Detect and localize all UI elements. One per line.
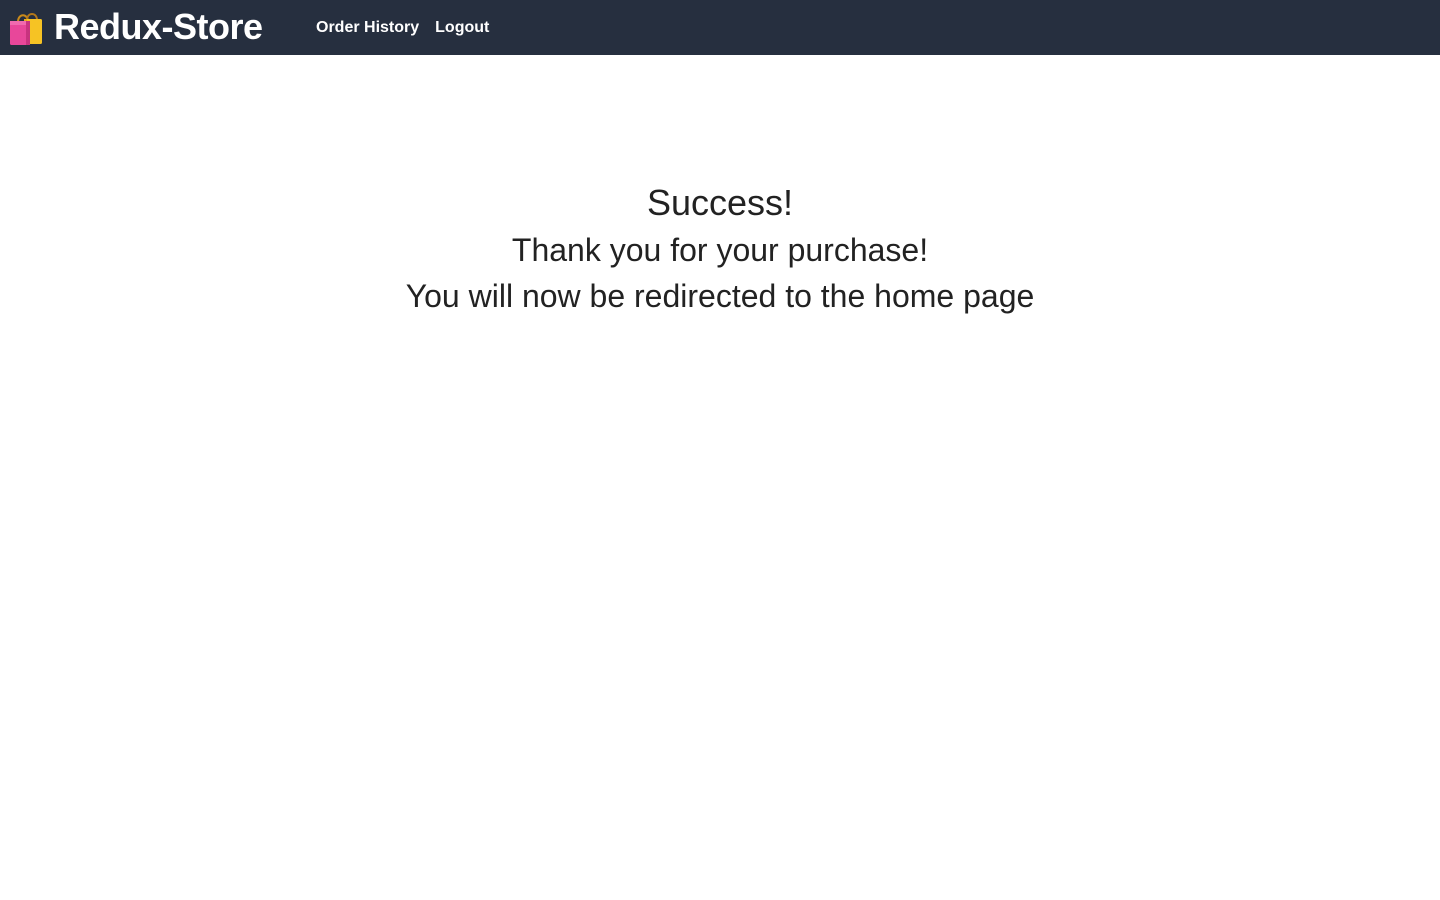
shopping-bags-icon (8, 8, 46, 46)
redirect-notice: You will now be redirected to the home p… (405, 278, 1035, 314)
nav-link-order-history[interactable]: Order History (316, 19, 419, 37)
thank-you-text: Thank you for your purchase! (511, 232, 929, 268)
main-content: Success! Thank you for your purchase! Yo… (0, 55, 1440, 900)
nav-link-logout[interactable]: Logout (435, 19, 489, 37)
success-heading: Success! (646, 182, 794, 223)
nav-menu: Order History Logout (316, 0, 489, 55)
brand-link[interactable]: Redux-Store (8, 8, 263, 46)
success-message: Success! Thank you for your purchase! Yo… (0, 179, 1440, 319)
brand-title: Redux-Store (54, 6, 263, 47)
top-navbar: Redux-Store Order History Logout (0, 0, 1440, 55)
